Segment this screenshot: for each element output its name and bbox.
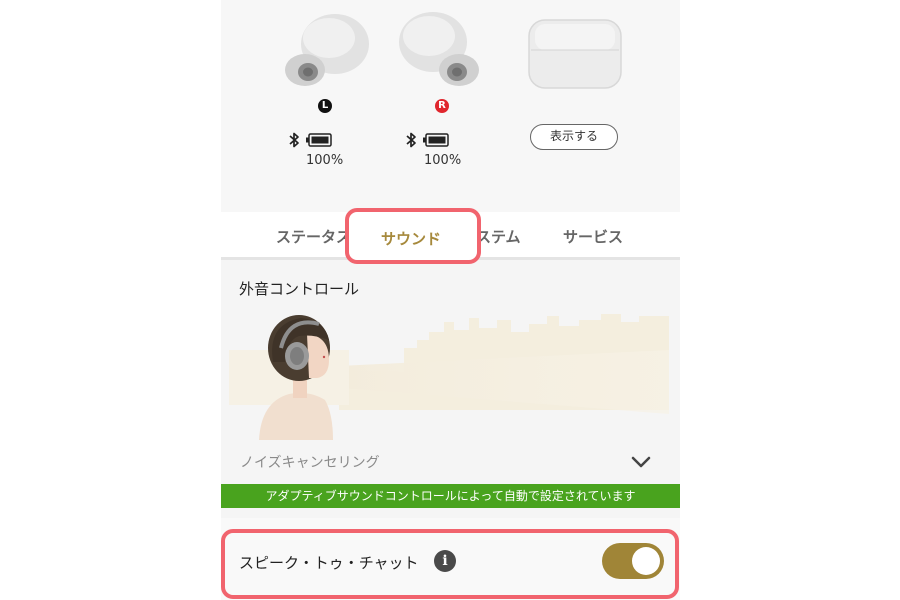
app-screen: L 100% R 100% 表示する ステータス システム サービス サウンド … — [221, 0, 680, 600]
bluetooth-icon — [289, 132, 299, 148]
speak-to-chat-label: スピーク・トゥ・チャット — [239, 554, 419, 572]
left-earbud-image — [285, 14, 369, 86]
left-indicator-icon: L — [318, 99, 332, 113]
left-battery-percent: 100% — [306, 153, 344, 168]
ambient-sound-title: 外音コントロール — [239, 280, 360, 298]
battery-icon — [306, 133, 332, 147]
ambient-illustration — [229, 314, 669, 440]
right-status — [405, 132, 449, 148]
noise-cancel-label: ノイズキャンセリング — [240, 455, 380, 471]
tab-service[interactable]: サービス — [563, 226, 623, 247]
adaptive-sound-banner: アダプティブサウンドコントロールによって自動で設定されています — [221, 484, 680, 508]
left-status — [288, 132, 332, 148]
chevron-down-icon[interactable] — [631, 456, 651, 468]
show-case-button[interactable]: 表示する — [530, 124, 618, 150]
battery-icon — [423, 133, 449, 147]
noise-cancel-dropdown[interactable]: ノイズキャンセリング — [221, 444, 680, 480]
charging-case-image — [528, 19, 622, 89]
speak-to-chat-toggle[interactable] — [602, 543, 664, 579]
right-indicator-icon: R — [435, 99, 449, 113]
tab-sound[interactable]: サウンド — [381, 228, 441, 249]
tab-status[interactable]: ステータス — [276, 226, 351, 247]
device-panel: L 100% R 100% 表示する — [221, 0, 680, 212]
right-earbud-image — [399, 12, 479, 86]
toggle-knob — [632, 547, 660, 575]
bluetooth-icon — [406, 132, 416, 148]
info-icon[interactable]: i — [434, 550, 456, 572]
right-battery-percent: 100% — [424, 153, 462, 168]
